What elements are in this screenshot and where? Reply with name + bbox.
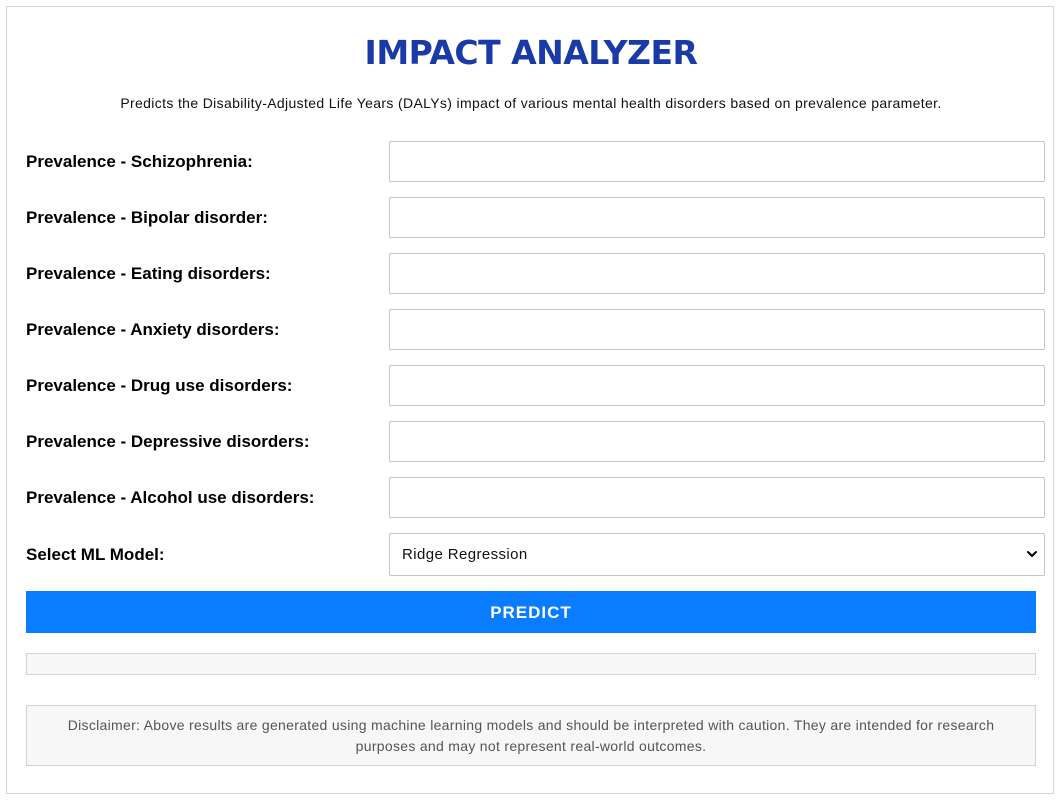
depressive-label: Prevalence - Depressive disorders: <box>26 432 310 451</box>
schizophrenia-input[interactable] <box>389 141 1045 182</box>
eating-label: Prevalence - Eating disorders: <box>26 264 271 283</box>
eating-input[interactable] <box>389 253 1045 294</box>
form-row-anxiety: Prevalence - Anxiety disorders: <box>26 309 1046 350</box>
predict-button[interactable]: PREDICT <box>26 591 1036 633</box>
form-row-eating: Prevalence - Eating disorders: <box>26 253 1046 294</box>
alcohol-use-label: Prevalence - Alcohol use disorders: <box>26 488 315 507</box>
form-row-drug-use: Prevalence - Drug use disorders: <box>26 365 1046 406</box>
page-title: IMPACT ANALYZER <box>364 33 698 72</box>
page-subtitle: Predicts the Disability-Adjusted Life Ye… <box>120 95 942 111</box>
drug-use-input[interactable] <box>389 365 1045 406</box>
model-select-value: Ridge Regression <box>402 546 528 563</box>
schizophrenia-label: Prevalence - Schizophrenia: <box>26 152 253 171</box>
depressive-input[interactable] <box>389 421 1045 462</box>
anxiety-input[interactable] <box>389 309 1045 350</box>
bipolar-input[interactable] <box>389 197 1045 238</box>
alcohol-use-input[interactable] <box>389 477 1045 518</box>
disclaimer-text: Disclaimer: Above results are generated … <box>26 705 1036 766</box>
anxiety-label: Prevalence - Anxiety disorders: <box>26 320 280 339</box>
bipolar-label: Prevalence - Bipolar disorder: <box>26 208 268 227</box>
drug-use-label: Prevalence - Drug use disorders: <box>26 376 293 395</box>
form-row-alcohol-use: Prevalence - Alcohol use disorders: <box>26 477 1046 518</box>
result-output <box>26 653 1036 675</box>
analyzer-card: IMPACT ANALYZER Predicts the Disability-… <box>6 6 1054 794</box>
form-row-depressive: Prevalence - Depressive disorders: <box>26 421 1046 462</box>
form-row-schizophrenia: Prevalence - Schizophrenia: <box>26 141 1046 182</box>
form-row-model: Select ML Model: Ridge Regression <box>26 533 1046 576</box>
model-select[interactable]: Ridge Regression <box>389 533 1045 576</box>
model-label: Select ML Model: <box>26 545 165 564</box>
chevron-down-icon <box>1027 551 1037 557</box>
form-row-bipolar: Prevalence - Bipolar disorder: <box>26 197 1046 238</box>
